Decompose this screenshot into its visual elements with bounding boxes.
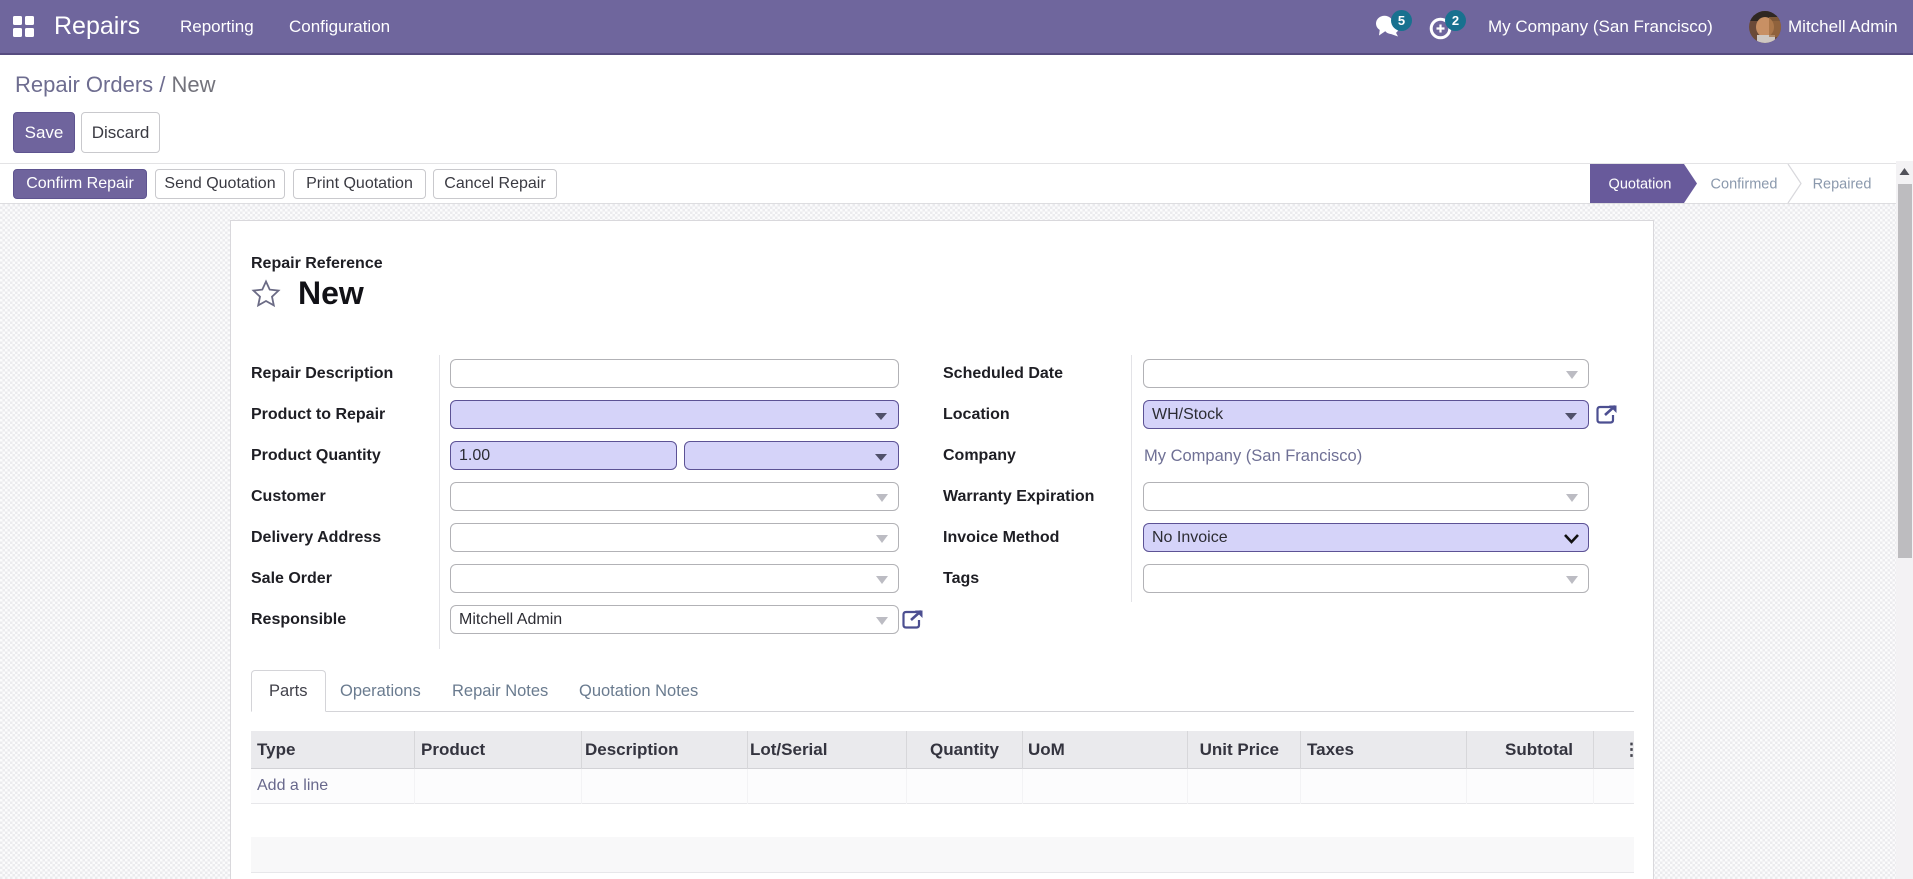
svg-text:Confirmed: Confirmed	[1711, 177, 1778, 193]
svg-text:Quotation: Quotation	[1609, 177, 1672, 193]
svg-text:Repaired: Repaired	[1813, 177, 1872, 193]
